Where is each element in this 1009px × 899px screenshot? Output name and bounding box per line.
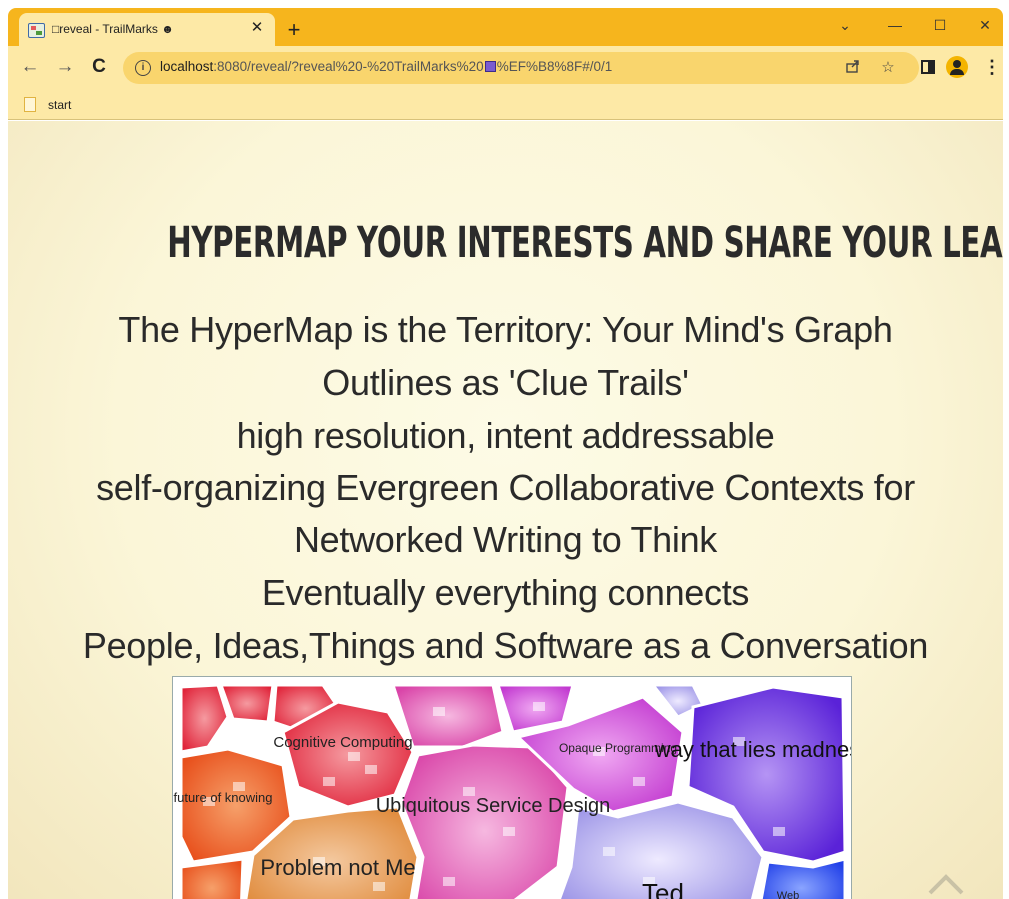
url-text[interactable]: localhost:8080/reveal/?reveal%20-%20Trai… xyxy=(160,59,612,74)
minimize-button[interactable]: — xyxy=(875,10,915,40)
slide-line: Outlines as 'Clue Trails' xyxy=(322,362,689,403)
new-tab-button[interactable]: + xyxy=(282,19,306,43)
map-label: future of knowing xyxy=(173,790,272,805)
slide-headline: HYPERMAP YOUR INTERESTS AND SHARE YOUR L… xyxy=(167,218,1003,268)
tab-title: □reveal - TrailMarks ☻ xyxy=(52,22,174,36)
hypermap-image[interactable]: Cognitive Computing Opaque Programming w… xyxy=(172,676,852,899)
title-bar: □reveal - TrailMarks ☻ ✕ + ⌄ — ☐ ✕ xyxy=(8,8,1003,46)
slide-viewport: HYPERMAP YOUR INTERESTS AND SHARE YOUR L… xyxy=(8,121,1003,899)
bookmark-label: start xyxy=(48,98,72,112)
scroll-up-chevron-icon[interactable] xyxy=(926,869,966,899)
slide-line: Networked Writing to Think xyxy=(293,519,718,560)
voronoi-treemap: Cognitive Computing Opaque Programming w… xyxy=(173,677,852,899)
url-path-start: :8080/reveal/?reveal%20-%20TrailMarks%20 xyxy=(213,59,484,74)
browser-tab[interactable]: □reveal - TrailMarks ☻ ✕ xyxy=(19,13,275,46)
tab-search-chevron-icon[interactable]: ⌄ xyxy=(825,10,865,40)
map-label: Ubiquitous Service Design xyxy=(376,795,611,817)
forward-button[interactable]: → xyxy=(53,55,77,79)
slide-line: self-organizing Evergreen Collaborative … xyxy=(96,467,915,508)
slide-line: Eventually everything connects xyxy=(261,572,750,613)
site-info-icon[interactable]: i xyxy=(135,60,151,76)
map-label: Web xyxy=(777,890,799,899)
share-icon[interactable] xyxy=(843,58,863,78)
slide-line: The HyperMap is the Territory: Your Mind… xyxy=(118,309,893,350)
address-bar[interactable]: i localhost:8080/reveal/?reveal%20-%20Tr… xyxy=(123,52,919,84)
side-panel-icon[interactable] xyxy=(921,60,935,74)
map-label: way that lies madness xyxy=(654,737,852,762)
url-host: localhost xyxy=(160,59,214,74)
slide-line: People, Ideas,Things and Software as a C… xyxy=(82,625,929,666)
close-window-button[interactable]: ✕ xyxy=(965,10,1005,40)
reload-button[interactable]: C xyxy=(87,55,111,79)
favicon-icon xyxy=(28,23,45,38)
map-label: Problem not Me xyxy=(260,855,415,880)
maximize-button[interactable]: ☐ xyxy=(920,10,960,40)
map-label: Ted xyxy=(642,878,684,899)
browser-toolbar: ← → C i localhost:8080/reveal/?reveal%20… xyxy=(8,46,1003,90)
url-path-end: %EF%B8%8F#/0/1 xyxy=(496,59,613,74)
back-button[interactable]: ← xyxy=(18,55,42,79)
map-label: Cognitive Computing xyxy=(273,734,412,751)
tab-close-icon[interactable]: ✕ xyxy=(248,18,266,38)
bookmarks-bar: start xyxy=(8,90,1003,120)
slide-line: high resolution, intent addressable xyxy=(236,415,775,456)
url-emoji-icon xyxy=(484,61,496,72)
profile-avatar[interactable] xyxy=(946,56,968,78)
browser-menu-icon[interactable]: ⋮ xyxy=(983,55,1001,79)
page-icon xyxy=(24,97,36,112)
bookmark-star-icon[interactable]: ☆ xyxy=(878,58,898,78)
